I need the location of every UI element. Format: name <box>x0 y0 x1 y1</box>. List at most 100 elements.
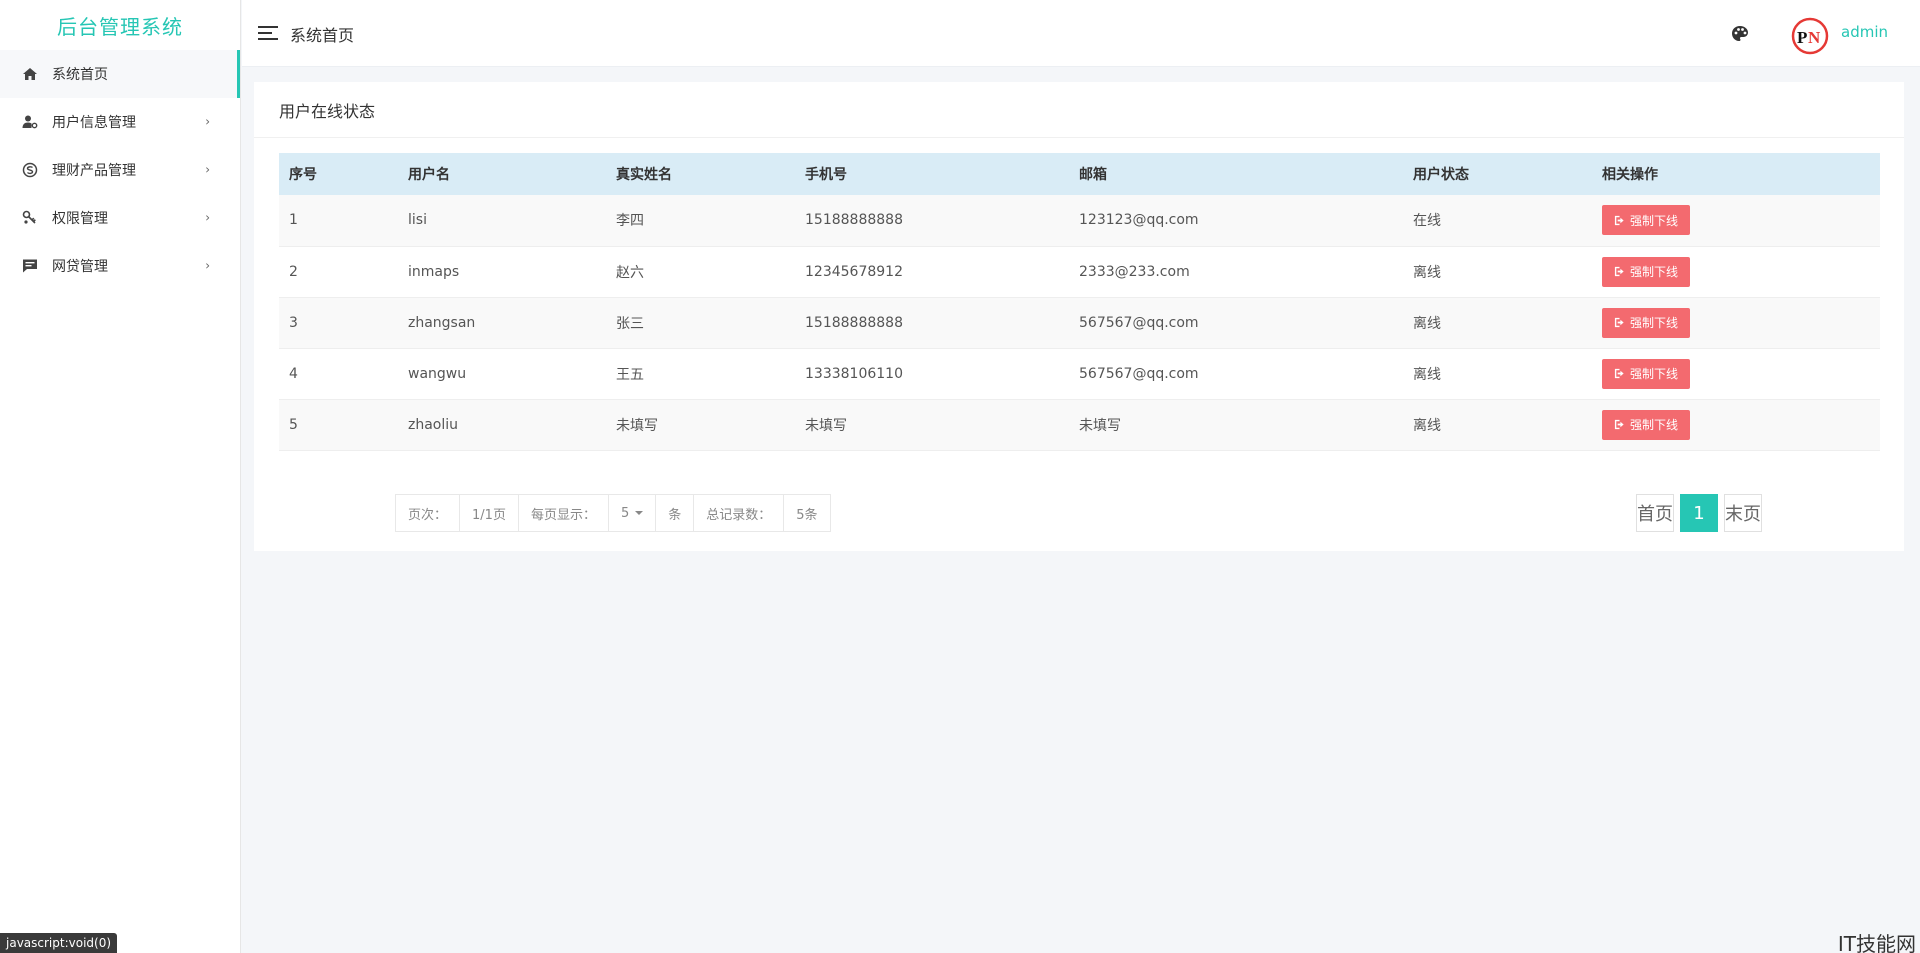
user-table-container: 序号 用户名 真实姓名 手机号 邮箱 用户状态 相关操作 1 lisi 李四 1… <box>279 153 1880 451</box>
column-header: 相关操作 <box>1602 167 1658 183</box>
cell-email: 未填写 <box>1069 399 1403 451</box>
sidebar-item-finance[interactable]: 理财产品管理 › <box>0 146 240 194</box>
cell-id: 3 <box>279 297 398 349</box>
table-row: 5 zhaoliu 未填写 未填写 未填写 离线 强制下线 <box>279 399 1880 451</box>
cell-id: 4 <box>279 348 398 400</box>
cell-username: wangwu <box>398 348 606 400</box>
cell-status: 在线 <box>1403 195 1592 247</box>
chevron-right-icon: › <box>205 162 210 177</box>
cell-status: 离线 <box>1403 399 1592 451</box>
cell-action: 强制下线 <box>1592 195 1880 247</box>
online-status-card: 用户在线状态 序号 用户名 真实姓名 手机号 邮箱 用户状态 相关操作 1 li… <box>254 82 1904 551</box>
cell-realname: 王五 <box>606 348 795 400</box>
svg-text:N: N <box>1808 28 1821 47</box>
sidebar-item-label: 网贷管理 <box>52 259 108 275</box>
cell-status: 离线 <box>1403 297 1592 349</box>
pagination-info: 页次： 1/1页 每页显示： 5 条 总记录数： 5条 <box>395 494 831 532</box>
cell-email: 2333@233.com <box>1069 246 1403 298</box>
cell-id: 5 <box>279 399 398 451</box>
cell-phone: 15188888888 <box>795 297 1069 349</box>
user-table: 序号 用户名 真实姓名 手机号 邮箱 用户状态 相关操作 1 lisi 李四 1… <box>279 153 1880 451</box>
svg-text:P: P <box>1797 28 1807 47</box>
sidebar-item-label: 用户信息管理 <box>52 115 136 131</box>
caret-down-icon <box>635 511 644 515</box>
column-header: 手机号 <box>805 167 847 183</box>
sidebar-item-loans[interactable]: 网贷管理 › <box>0 242 240 290</box>
column-header: 邮箱 <box>1079 167 1107 183</box>
cell-realname: 赵六 <box>606 246 795 298</box>
cell-action: 强制下线 <box>1592 399 1880 451</box>
per-page-value: 5 <box>620 505 630 521</box>
page-title: 系统首页 <box>290 26 355 45</box>
force-logout-button[interactable]: 强制下线 <box>1602 358 1691 389</box>
cell-action: 强制下线 <box>1592 297 1880 349</box>
page-label: 页次： <box>396 495 461 531</box>
pager: 首页 1 末页 <box>1636 494 1762 532</box>
table-row: 3 zhangsan 张三 15188888888 567567@qq.com … <box>279 297 1880 349</box>
cell-action: 强制下线 <box>1592 348 1880 400</box>
total-value: 5条 <box>784 495 830 531</box>
per-page-select[interactable]: 5 <box>608 495 657 531</box>
top-header: 系统首页 P N admin <box>242 0 1920 67</box>
button-label: 强制下线 <box>1630 418 1679 432</box>
last-page-button[interactable]: 末页 <box>1724 494 1762 532</box>
sidebar: 后台管理系统 系统首页 用户信息管理 › 理财产品管理 › 权限管理 › 网贷管… <box>0 0 241 953</box>
cell-realname: 李四 <box>606 195 795 247</box>
brand-title: 后台管理系统 <box>57 14 183 39</box>
table-row: 2 inmaps 赵六 12345678912 2333@233.com 离线 … <box>279 246 1880 298</box>
force-logout-button[interactable]: 强制下线 <box>1602 409 1691 440</box>
cell-phone: 15188888888 <box>795 195 1069 247</box>
sidebar-item-home[interactable]: 系统首页 <box>0 50 240 98</box>
force-logout-button[interactable]: 强制下线 <box>1602 256 1691 287</box>
per-page-label: 每页显示： <box>518 495 609 531</box>
cell-email: 123123@qq.com <box>1069 195 1403 247</box>
sign-out-icon <box>1614 215 1624 225</box>
first-page-button[interactable]: 首页 <box>1636 494 1674 532</box>
home-icon <box>22 66 38 82</box>
table-header-row: 序号 用户名 真实姓名 手机号 邮箱 用户状态 相关操作 <box>279 153 1880 195</box>
sign-out-icon <box>1614 266 1624 277</box>
card-title: 用户在线状态 <box>254 82 1904 138</box>
force-logout-button[interactable]: 强制下线 <box>1602 307 1691 338</box>
column-header: 用户名 <box>408 167 450 183</box>
watermark: IT技能网 <box>1837 932 1916 953</box>
menu-icon[interactable] <box>258 26 278 40</box>
cell-email: 567567@qq.com <box>1069 297 1403 349</box>
per-page-unit: 条 <box>656 495 695 531</box>
cell-username: zhangsan <box>398 297 606 349</box>
username-link[interactable]: admin <box>1841 23 1888 41</box>
cell-realname: 张三 <box>606 297 795 349</box>
sidebar-item-permissions[interactable]: 权限管理 › <box>0 194 240 242</box>
force-logout-button[interactable]: 强制下线 <box>1602 205 1691 236</box>
sign-out-icon <box>1614 368 1624 379</box>
cell-realname: 未填写 <box>606 399 795 451</box>
sidebar-item-label: 理财产品管理 <box>52 163 136 179</box>
skype-icon <box>22 162 38 178</box>
status-bar-url: javascript:void(0) <box>0 933 118 953</box>
button-label: 强制下线 <box>1630 265 1679 279</box>
cell-action: 强制下线 <box>1592 246 1880 298</box>
button-label: 强制下线 <box>1630 213 1679 228</box>
cell-status: 离线 <box>1403 348 1592 400</box>
sidebar-item-user-info[interactable]: 用户信息管理 › <box>0 98 240 146</box>
table-row: 1 lisi 李四 15188888888 123123@qq.com 在线 强… <box>279 195 1880 247</box>
cell-phone: 12345678912 <box>795 246 1069 298</box>
cell-username: inmaps <box>398 246 606 298</box>
column-header: 序号 <box>289 167 317 183</box>
column-header: 真实姓名 <box>616 167 672 183</box>
sidebar-item-label: 权限管理 <box>52 211 108 227</box>
current-page-button[interactable]: 1 <box>1680 494 1718 532</box>
chevron-right-icon: › <box>205 258 210 273</box>
cell-phone: 未填写 <box>795 399 1069 451</box>
user-settings-icon <box>22 114 38 130</box>
palette-icon[interactable] <box>1730 24 1750 44</box>
avatar[interactable]: P N <box>1790 16 1830 56</box>
cell-phone: 13338106110 <box>795 348 1069 400</box>
table-row: 4 wangwu 王五 13338106110 567567@qq.com 离线… <box>279 348 1880 400</box>
sign-out-icon <box>1614 317 1624 328</box>
total-label: 总记录数： <box>694 495 785 531</box>
message-icon <box>22 258 38 274</box>
cell-email: 567567@qq.com <box>1069 348 1403 400</box>
sidebar-item-label: 系统首页 <box>52 67 108 83</box>
cell-id: 1 <box>279 195 398 247</box>
